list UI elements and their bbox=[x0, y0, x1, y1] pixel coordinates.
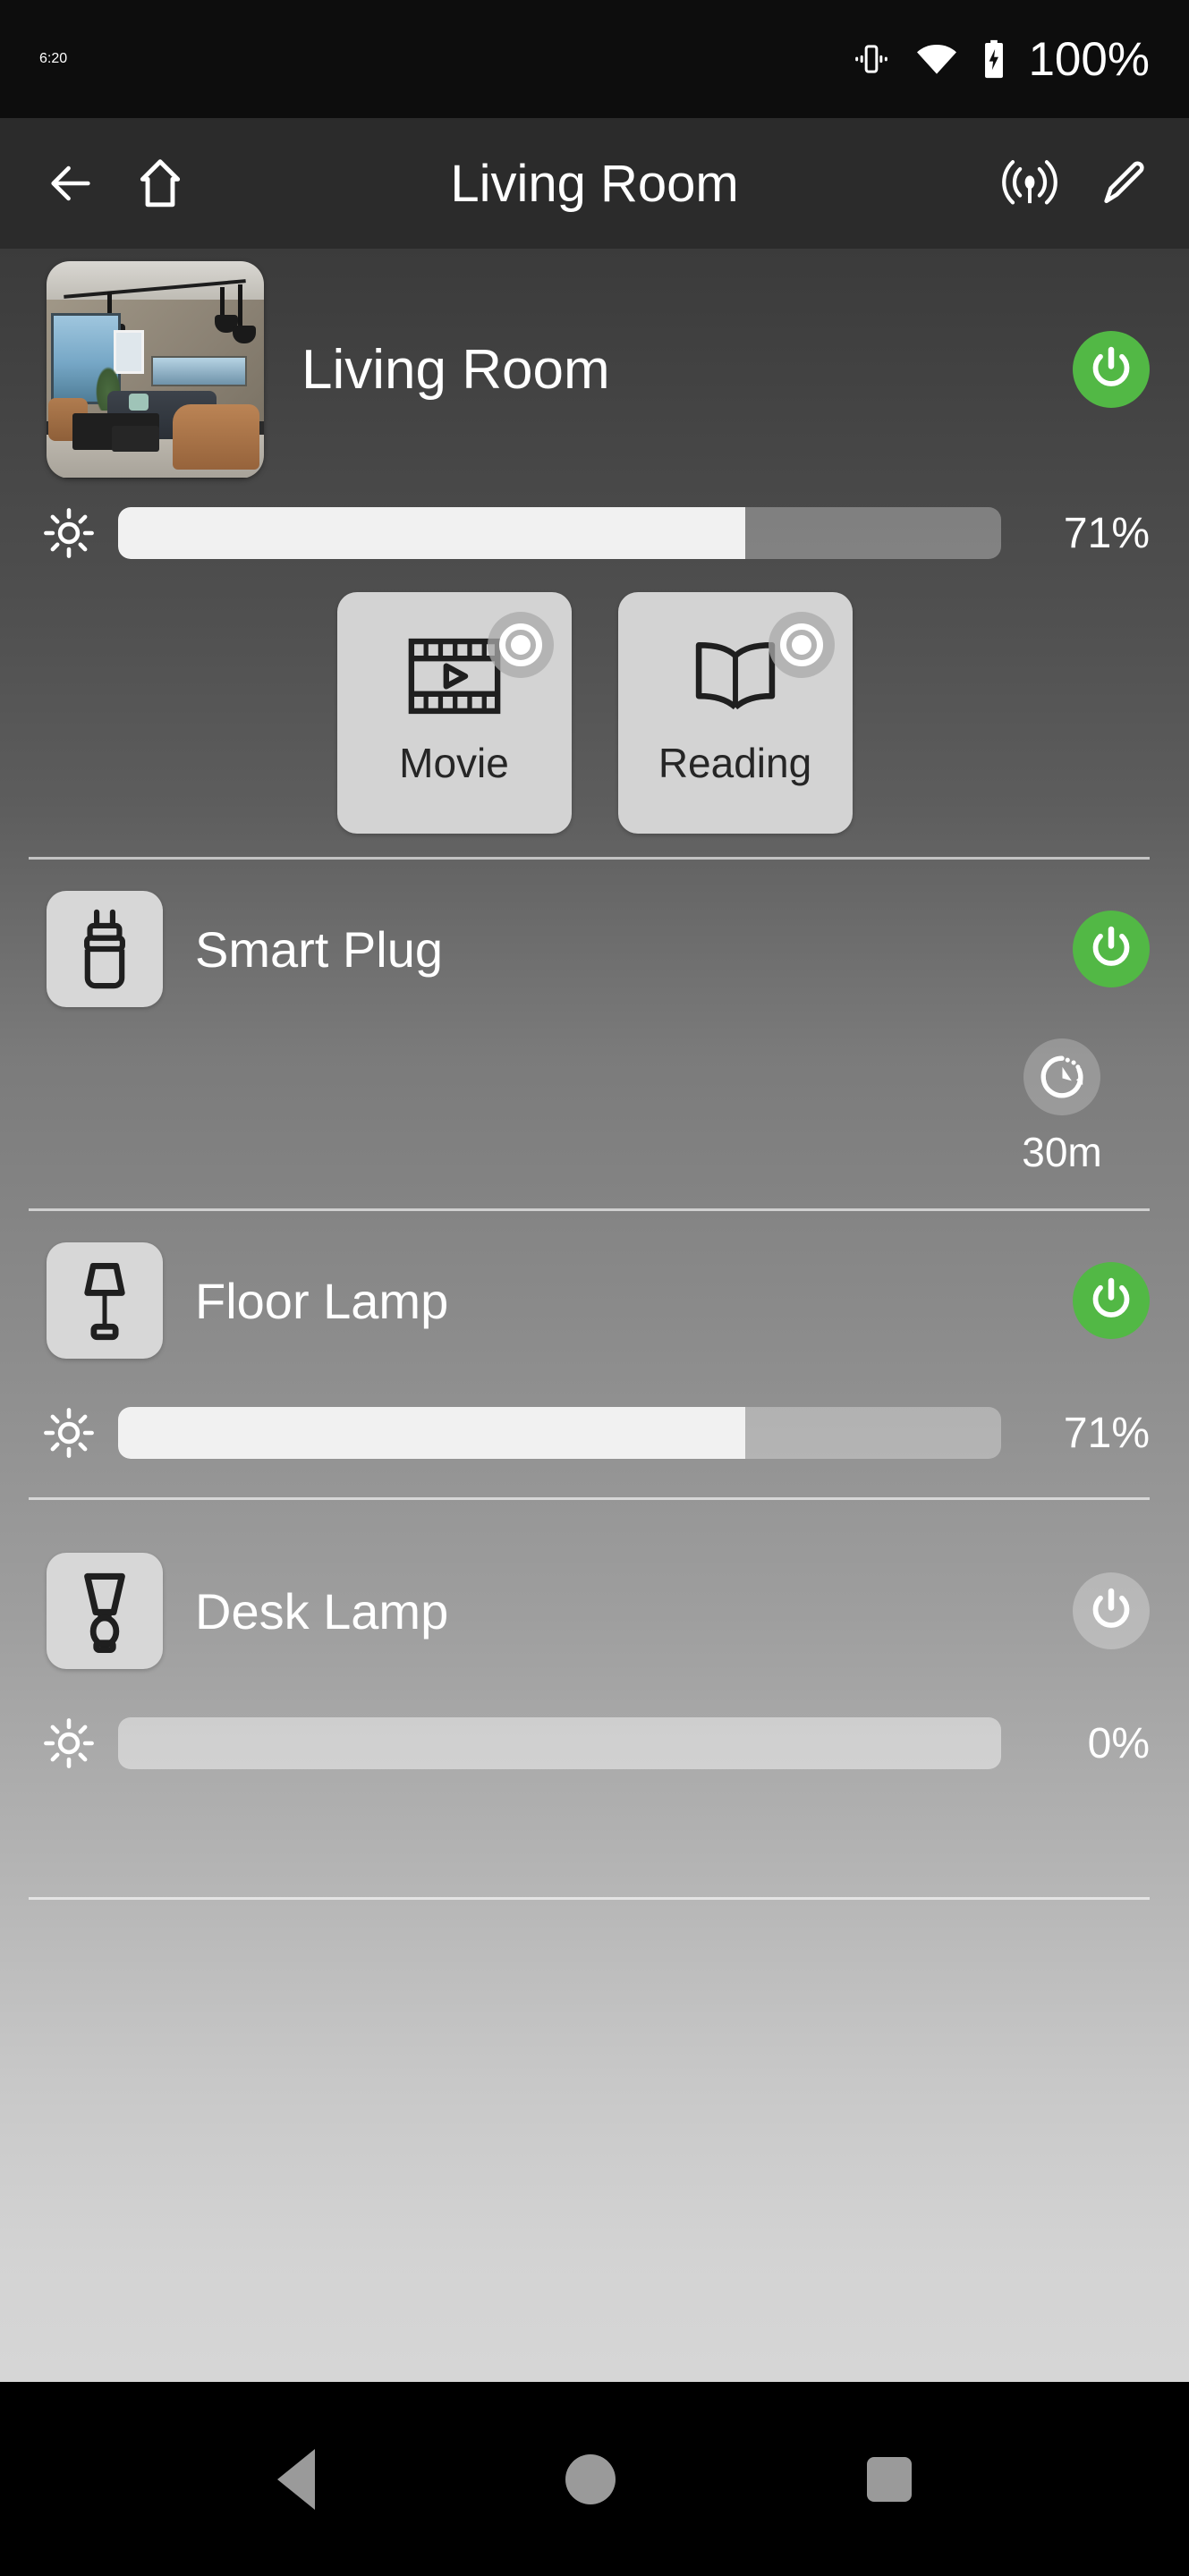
room-detail-scroll[interactable]: Living Room 71% Movie Reading Smart Plug… bbox=[0, 249, 1189, 2382]
smart-plug-icon-box bbox=[47, 891, 163, 1007]
room-brightness-value: 71% bbox=[1063, 509, 1150, 557]
timer-block-smart-plug[interactable]: 30m bbox=[974, 1038, 1189, 1201]
device-row-desk-lamp[interactable]: Desk Lamp bbox=[0, 1521, 1189, 1700]
power-icon bbox=[1092, 346, 1130, 386]
scene-radio-movie[interactable] bbox=[487, 612, 554, 678]
timer-button[interactable] bbox=[1023, 1038, 1100, 1115]
room-brightness-row: 71% bbox=[0, 490, 1189, 576]
scene-label-movie: Movie bbox=[399, 740, 509, 786]
power-icon bbox=[1092, 1588, 1130, 1628]
radio-selected-icon bbox=[779, 623, 823, 666]
open-book-icon bbox=[695, 642, 775, 710]
brightness-slider-floor-lamp[interactable] bbox=[118, 1407, 1001, 1459]
nav-recents-icon[interactable] bbox=[866, 2456, 912, 2502]
vibrate-icon bbox=[855, 45, 888, 73]
scene-card-reading[interactable]: Reading bbox=[617, 592, 853, 834]
phone-screen: 6:20 100% Living Room Living Room 71% Mo… bbox=[0, 0, 1189, 2576]
device-row-floor-lamp[interactable]: Floor Lamp bbox=[0, 1211, 1189, 1390]
power-toggle-desk-lamp[interactable] bbox=[1073, 1572, 1150, 1649]
room-name-label: Living Room bbox=[301, 338, 610, 401]
floor-lamp-icon bbox=[84, 1263, 125, 1341]
room-header-row: Living Room bbox=[0, 249, 1189, 490]
room-brightness-slider[interactable] bbox=[118, 507, 1001, 559]
smart-plug-timer-wrap: 30m bbox=[0, 1038, 1189, 1208]
device-name-smart-plug: Smart Plug bbox=[195, 920, 443, 978]
power-icon bbox=[1092, 926, 1130, 966]
power-icon bbox=[1092, 1277, 1130, 1318]
brightness-row-floor-lamp: 71% bbox=[0, 1390, 1189, 1476]
scene-label-reading: Reading bbox=[658, 740, 812, 786]
timer-icon bbox=[1040, 1055, 1083, 1098]
power-toggle-floor-lamp[interactable] bbox=[1073, 1262, 1150, 1339]
back-arrow-icon[interactable] bbox=[43, 157, 98, 209]
room-photo-thumbnail[interactable] bbox=[47, 260, 264, 479]
divider bbox=[29, 1897, 1150, 1900]
scenes-row: Movie Reading bbox=[0, 576, 1189, 857]
brightness-slider-desk-lamp[interactable] bbox=[118, 1717, 1001, 1769]
brightness-row-desk-lamp: 0% bbox=[0, 1700, 1189, 1786]
power-toggle-smart-plug[interactable] bbox=[1073, 911, 1150, 987]
device-name-floor-lamp: Floor Lamp bbox=[195, 1272, 449, 1329]
scene-card-movie[interactable]: Movie bbox=[336, 592, 572, 834]
device-row-smart-plug[interactable]: Smart Plug bbox=[0, 860, 1189, 1038]
brightness-fill-floor-lamp bbox=[118, 1407, 745, 1459]
app-bar: Living Room bbox=[0, 118, 1189, 249]
radio-selected-icon bbox=[498, 623, 542, 666]
status-clock: 6:20 bbox=[39, 51, 68, 66]
brightness-value-desk-lamp: 0% bbox=[1087, 1719, 1150, 1767]
wifi-icon bbox=[917, 45, 957, 74]
device-name-desk-lamp: Desk Lamp bbox=[195, 1582, 449, 1640]
battery-percent-label: 100% bbox=[1028, 32, 1150, 86]
room-brightness-fill bbox=[118, 507, 745, 559]
brightness-sun-icon bbox=[44, 508, 94, 558]
brightness-sun-icon bbox=[44, 1408, 94, 1458]
android-nav-bar bbox=[0, 2382, 1189, 2576]
nav-home-icon[interactable] bbox=[565, 2453, 616, 2504]
smart-plug-icon bbox=[84, 909, 125, 989]
home-icon[interactable] bbox=[132, 156, 188, 211]
divider bbox=[29, 1497, 1150, 1500]
brightness-value-floor-lamp: 71% bbox=[1063, 1409, 1150, 1457]
status-bar-icons: 100% bbox=[851, 32, 1150, 87]
nav-back-icon[interactable] bbox=[277, 2448, 316, 2510]
brightness-sun-icon bbox=[44, 1718, 94, 1768]
room-power-toggle[interactable] bbox=[1073, 331, 1150, 408]
floor-lamp-icon-box bbox=[47, 1242, 163, 1359]
timer-label-smart-plug: 30m bbox=[1022, 1129, 1102, 1175]
pencil-edit-icon[interactable] bbox=[1098, 157, 1150, 209]
desk-lamp-icon bbox=[84, 1572, 125, 1653]
broadcast-icon[interactable] bbox=[1001, 156, 1058, 211]
status-bar: 6:20 100% bbox=[0, 0, 1189, 118]
battery-charging-icon bbox=[985, 39, 1004, 79]
desk-lamp-icon-box bbox=[47, 1553, 163, 1669]
scene-radio-reading[interactable] bbox=[768, 612, 835, 678]
